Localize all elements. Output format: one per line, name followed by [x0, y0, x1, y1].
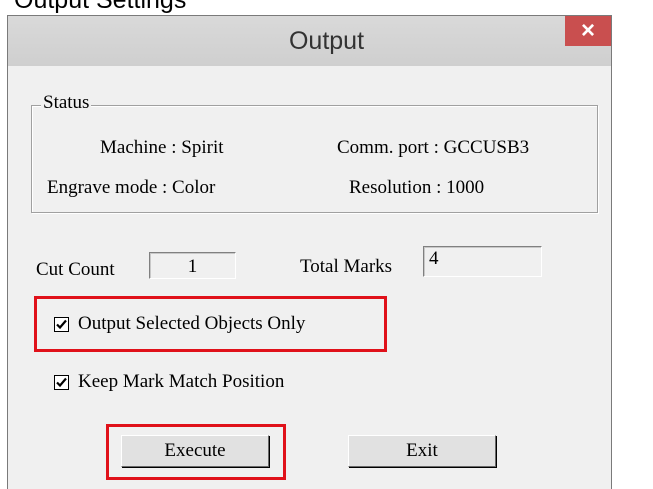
- status-legend: Status: [41, 92, 92, 114]
- cut-count-field[interactable]: 1: [149, 252, 236, 279]
- comm-port-value: GCCUSB3: [443, 137, 530, 158]
- keep-mark-label[interactable]: Keep Mark Match Position: [78, 371, 284, 393]
- keep-mark-checkbox[interactable]: [54, 375, 69, 390]
- resolution-value: 1000: [446, 177, 485, 198]
- engrave-mode-label: Engrave mode :: [47, 177, 168, 198]
- total-marks-label: Total Marks: [300, 256, 393, 277]
- machine-value: Spirit: [181, 137, 224, 158]
- engrave-mode-value: Color: [172, 177, 216, 198]
- exit-button[interactable]: Exit: [348, 435, 496, 467]
- resolution-label: Resolution :: [349, 177, 442, 198]
- cut-count-label: Cut Count: [36, 259, 115, 280]
- page-caption: Output Settings: [14, 0, 187, 14]
- checkmark-icon: [56, 377, 67, 388]
- close-icon: ×: [580, 17, 595, 44]
- total-marks-field[interactable]: 4: [423, 246, 542, 277]
- dialog-title: Output: [288, 27, 365, 55]
- output-selected-checkbox[interactable]: [54, 317, 69, 332]
- close-button[interactable]: ×: [565, 16, 611, 46]
- execute-button[interactable]: Execute: [121, 435, 269, 467]
- comm-port-label: Comm. port :: [337, 137, 439, 158]
- checkmark-icon: [56, 319, 67, 330]
- machine-label: Machine :: [100, 137, 177, 158]
- output-selected-label[interactable]: Output Selected Objects Only: [78, 313, 305, 335]
